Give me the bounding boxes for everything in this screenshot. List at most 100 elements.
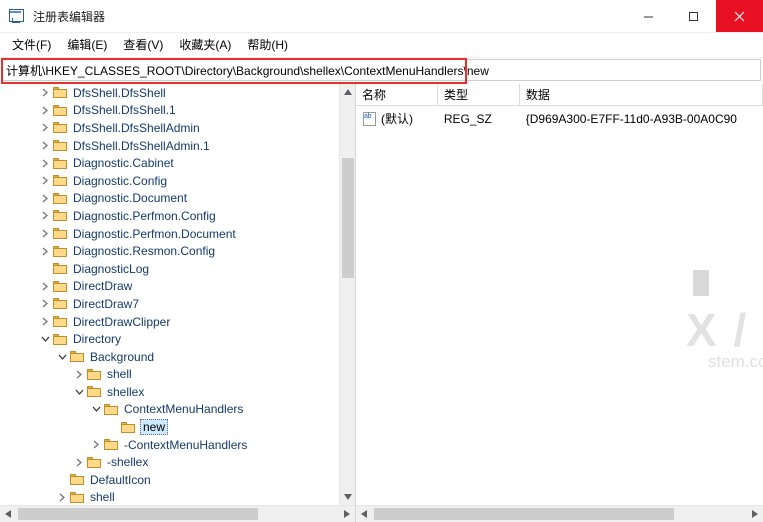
registry-tree[interactable]: DfsShell.DfsShell DfsShell.DfsShell.1 DfsS… bbox=[0, 84, 339, 505]
tree-node-diagnostic-resmon-config[interactable]: Diagnostic.Resmon.Config bbox=[0, 242, 339, 260]
menu-file[interactable]: 文件(F) bbox=[4, 33, 59, 57]
tree-node-defaulticon[interactable]: DefaultIcon bbox=[0, 471, 339, 489]
chevron-down-icon[interactable] bbox=[54, 348, 70, 366]
values-hscroll-thumb[interactable] bbox=[374, 508, 674, 520]
tree-node-new[interactable]: new bbox=[0, 418, 339, 436]
tree-node-label: DirectDraw7 bbox=[73, 296, 140, 311]
maximize-button[interactable] bbox=[671, 0, 716, 32]
tree-node-dfsshell-dfsshell[interactable]: DfsShell.DfsShell bbox=[0, 84, 339, 102]
scroll-right-icon[interactable] bbox=[747, 506, 763, 522]
menu-help[interactable]: 帮助(H) bbox=[239, 33, 296, 57]
minimize-button[interactable] bbox=[626, 0, 671, 32]
tree-node-dfsshell-dfsshelladmin[interactable]: DfsShell.DfsShellAdmin bbox=[0, 119, 339, 137]
chevron-right-icon[interactable] bbox=[37, 154, 53, 172]
chevron-down-icon[interactable] bbox=[71, 383, 87, 401]
tree-node-shell[interactable]: shell bbox=[0, 489, 339, 505]
chevron-right-icon[interactable] bbox=[37, 225, 53, 243]
window-buttons bbox=[626, 0, 763, 32]
tree-horizontal-scrollbar[interactable] bbox=[0, 505, 355, 522]
chevron-right-icon[interactable] bbox=[71, 366, 87, 384]
scroll-right-icon[interactable] bbox=[339, 506, 355, 522]
chevron-right-icon[interactable] bbox=[37, 190, 53, 208]
tree-node-diagnosticlog[interactable]: DiagnosticLog bbox=[0, 260, 339, 278]
tree-node-label: DirectDraw bbox=[73, 279, 133, 294]
column-header-type[interactable]: 类型 bbox=[438, 84, 520, 105]
tree-node-shellex[interactable]: shellex bbox=[0, 383, 339, 401]
folder-icon bbox=[53, 333, 69, 346]
address-bar-container: 计算机\HKEY_CLASSES_ROOT\Directory\Backgrou… bbox=[0, 58, 763, 84]
tree-node-diagnostic-config[interactable]: Diagnostic.Config bbox=[0, 172, 339, 190]
folder-icon bbox=[87, 368, 103, 381]
tree-node-diagnostic-document[interactable]: Diagnostic.Document bbox=[0, 190, 339, 208]
value-name-cell: ab (默认) bbox=[356, 109, 438, 128]
folder-icon bbox=[53, 86, 69, 99]
chevron-right-icon[interactable] bbox=[88, 436, 104, 454]
chevron-right-icon[interactable] bbox=[37, 102, 53, 120]
value-data-cell: {D969A300-E7FF-11d0-A93B-00A0C90 bbox=[525, 111, 737, 126]
tree-node-directdrawclipper[interactable]: DirectDrawClipper bbox=[0, 313, 339, 331]
tree-node-label: DfsShell.DfsShellAdmin bbox=[73, 120, 200, 135]
tree-node-directdraw7[interactable]: DirectDraw7 bbox=[0, 295, 339, 313]
folder-icon bbox=[53, 139, 69, 152]
chevron-down-icon[interactable] bbox=[88, 401, 104, 419]
menu-favorites[interactable]: 收藏夹(A) bbox=[171, 33, 239, 57]
chevron-right-icon[interactable] bbox=[37, 84, 53, 102]
title-bar: 注册表编辑器 bbox=[0, 0, 763, 33]
menu-view[interactable]: 查看(V) bbox=[115, 33, 171, 57]
menu-edit[interactable]: 编辑(E) bbox=[59, 33, 115, 57]
tree-node-directdraw[interactable]: DirectDraw bbox=[0, 278, 339, 296]
tree-node-label: Diagnostic.Perfmon.Config bbox=[73, 208, 216, 223]
tree-vertical-scrollbar[interactable] bbox=[339, 84, 355, 505]
tree-node-diagnostic-perfmon-config[interactable]: Diagnostic.Perfmon.Config bbox=[0, 207, 339, 225]
table-row[interactable]: ab (默认) REG_SZ {D969A300-E7FF-11d0-A93B-… bbox=[356, 109, 763, 128]
chevron-right-icon[interactable] bbox=[37, 137, 53, 155]
column-header-name[interactable]: 名称 bbox=[356, 84, 438, 105]
tree-node-label: Diagnostic.Config bbox=[73, 173, 168, 188]
chevron-right-icon[interactable] bbox=[37, 242, 53, 260]
scroll-left-icon[interactable] bbox=[356, 506, 372, 522]
chevron-right-icon[interactable] bbox=[37, 207, 53, 225]
folder-icon bbox=[53, 315, 69, 328]
tree-node-label: -shellex bbox=[107, 455, 149, 470]
close-button[interactable] bbox=[716, 0, 763, 32]
scroll-up-icon[interactable] bbox=[340, 84, 355, 100]
tree-node-dfsshell-dfsshelladmin-1[interactable]: DfsShell.DfsShellAdmin.1 bbox=[0, 137, 339, 155]
scroll-artifact bbox=[693, 270, 709, 296]
tree-node-contextmenuhandlers[interactable]: -ContextMenuHandlers bbox=[0, 436, 339, 454]
scroll-left-icon[interactable] bbox=[0, 506, 16, 522]
tree-node-directory[interactable]: Directory bbox=[0, 330, 339, 348]
chevron-right-icon[interactable] bbox=[37, 313, 53, 331]
scroll-down-icon[interactable] bbox=[340, 489, 355, 505]
folder-icon bbox=[53, 245, 69, 258]
tree-node-background[interactable]: Background bbox=[0, 348, 339, 366]
tree-node-label: ContextMenuHandlers bbox=[124, 402, 244, 417]
chevron-right-icon[interactable] bbox=[37, 119, 53, 137]
folder-icon bbox=[104, 403, 120, 416]
folder-icon bbox=[87, 385, 103, 398]
values-horizontal-scrollbar[interactable] bbox=[356, 505, 763, 522]
chevron-right-icon[interactable] bbox=[71, 453, 87, 471]
folder-icon bbox=[104, 438, 120, 451]
tree-node-dfsshell-dfsshell-1[interactable]: DfsShell.DfsShell.1 bbox=[0, 102, 339, 120]
chevron-right-icon[interactable] bbox=[37, 172, 53, 190]
tree-node-label: -ContextMenuHandlers bbox=[124, 437, 248, 452]
chevron-down-icon[interactable] bbox=[37, 330, 53, 348]
tree-node-label: new bbox=[140, 419, 169, 436]
tree-node-diagnostic-cabinet[interactable]: Diagnostic.Cabinet bbox=[0, 154, 339, 172]
folder-icon bbox=[53, 227, 69, 240]
chevron-right-icon[interactable] bbox=[37, 278, 53, 296]
tree-node-diagnostic-perfmon-document[interactable]: Diagnostic.Perfmon.Document bbox=[0, 225, 339, 243]
tree-node-contextmenuhandlers[interactable]: ContextMenuHandlers bbox=[0, 401, 339, 419]
tree-node-shell[interactable]: shell bbox=[0, 366, 339, 384]
tree-hscroll-thumb[interactable] bbox=[18, 508, 258, 520]
chevron-right-icon[interactable] bbox=[54, 489, 70, 505]
address-bar[interactable]: 计算机\HKEY_CLASSES_ROOT\Directory\Backgrou… bbox=[2, 59, 761, 81]
folder-icon bbox=[70, 491, 86, 504]
chevron-right-icon[interactable] bbox=[37, 295, 53, 313]
tree-vscroll-thumb[interactable] bbox=[342, 158, 354, 278]
column-header-data[interactable]: 数据 bbox=[520, 84, 763, 105]
tree-node-shellex[interactable]: -shellex bbox=[0, 453, 339, 471]
folder-icon bbox=[53, 209, 69, 222]
tree-node-label: Diagnostic.Perfmon.Document bbox=[73, 226, 236, 241]
